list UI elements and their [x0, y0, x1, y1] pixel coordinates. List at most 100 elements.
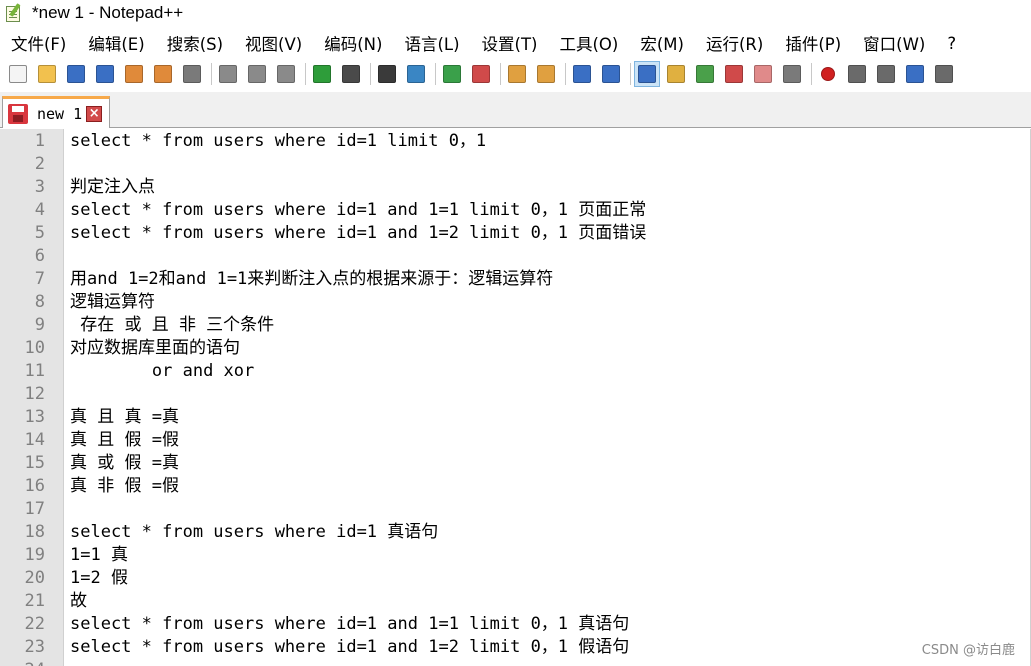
editor-line[interactable]: 11 or and xor — [0, 360, 1031, 383]
macro-record-button[interactable] — [815, 61, 841, 87]
editor-line[interactable]: 16 真 非 假 =假 — [0, 475, 1031, 498]
folder-workspace-button[interactable] — [750, 61, 776, 87]
editor-line[interactable]: 23 select * from users where id=1 and 1=2… — [0, 636, 1031, 659]
macro-run-multiple-button[interactable] — [902, 61, 928, 87]
save-icon — [67, 65, 85, 83]
tab-bar: new 1 × — [0, 92, 1031, 128]
editor-line[interactable]: 13 真 且 真 =真 — [0, 406, 1031, 429]
toolbar-separator — [811, 63, 812, 85]
menu-item-12[interactable]: ? — [936, 34, 967, 53]
editor-line[interactable]: 12 — [0, 383, 1031, 406]
line-number: 22 — [24, 613, 45, 634]
line-text: 1=2 假 — [70, 567, 128, 588]
sync-vertical-button[interactable] — [504, 61, 530, 87]
editor-line[interactable]: 4 select * from users where id=1 and 1=1 … — [0, 199, 1031, 222]
editor-line[interactable]: 24 — [0, 659, 1031, 666]
tab-close-icon[interactable]: × — [86, 105, 103, 122]
line-text: select * from users where id=1 and 1=1 l… — [70, 613, 630, 634]
tab-label: new 1 — [37, 104, 83, 123]
open-file-icon — [38, 65, 56, 83]
menu-item-2[interactable]: 搜索(S) — [156, 31, 234, 55]
paste-button[interactable] — [273, 61, 299, 87]
sync-horizontal-button[interactable] — [533, 61, 559, 87]
macro-play-button[interactable] — [873, 61, 899, 87]
new-file-button[interactable] — [5, 61, 31, 87]
document-map-button[interactable] — [692, 61, 718, 87]
macro-stop-icon — [848, 65, 866, 83]
zoom-out-button[interactable] — [468, 61, 494, 87]
editor-line[interactable]: 8 逻辑运算符 — [0, 291, 1031, 314]
close-button[interactable] — [121, 61, 147, 87]
close-all-button[interactable] — [150, 61, 176, 87]
macro-save-button[interactable] — [931, 61, 957, 87]
function-list-button[interactable] — [721, 61, 747, 87]
indent-guide-icon — [638, 65, 656, 83]
editor-line[interactable]: 22 select * from users where id=1 and 1=1… — [0, 613, 1031, 636]
monitoring-button[interactable] — [779, 61, 805, 87]
undo-button[interactable] — [309, 61, 335, 87]
print-button[interactable] — [179, 61, 205, 87]
toolbar-separator — [370, 63, 371, 85]
close-all-icon — [154, 65, 172, 83]
menu-item-8[interactable]: 宏(M) — [629, 31, 695, 55]
user-language-button[interactable] — [663, 61, 689, 87]
menu-item-6[interactable]: 设置(T) — [471, 31, 549, 55]
editor-line[interactable]: 5 select * from users where id=1 and 1=2 … — [0, 222, 1031, 245]
zoom-out-icon — [472, 65, 490, 83]
editor-line[interactable]: 21 故 — [0, 590, 1031, 613]
word-wrap-button[interactable] — [569, 61, 595, 87]
editor-line[interactable]: 18 select * from users where id=1 真语句 — [0, 521, 1031, 544]
editor-line[interactable]: 2 — [0, 153, 1031, 176]
editor-line[interactable]: 14 真 且 假 =假 — [0, 429, 1031, 452]
editor-line[interactable]: 15 真 或 假 =真 — [0, 452, 1031, 475]
editor-line[interactable]: 3 判定注入点 — [0, 176, 1031, 199]
menu-item-11[interactable]: 窗口(W) — [852, 31, 936, 55]
line-number: 18 — [24, 521, 45, 542]
editor-line[interactable]: 17 — [0, 498, 1031, 521]
save-button[interactable] — [63, 61, 89, 87]
editor-line[interactable]: 9 存在 或 且 非 三个条件 — [0, 314, 1031, 337]
menu-item-9[interactable]: 运行(R) — [695, 31, 774, 55]
cut-button[interactable] — [215, 61, 241, 87]
menu-item-7[interactable]: 工具(O) — [548, 31, 629, 55]
editor-line[interactable]: 19 1=1 真 — [0, 544, 1031, 567]
editor-line[interactable]: 20 1=2 假 — [0, 567, 1031, 590]
find-button[interactable] — [374, 61, 400, 87]
menu-item-4[interactable]: 编码(N) — [313, 31, 393, 55]
line-text: select * from users where id=1 and 1=2 l… — [70, 222, 647, 243]
line-text: 故 — [70, 590, 87, 611]
editor-line[interactable]: 1 select * from users where id=1 limit 0，… — [0, 130, 1031, 153]
menu-item-0[interactable]: 文件(F) — [0, 31, 77, 55]
line-number: 17 — [24, 498, 45, 519]
line-number: 15 — [24, 452, 45, 473]
menu-item-3[interactable]: 视图(V) — [234, 31, 313, 55]
open-file-button[interactable] — [34, 61, 60, 87]
line-text: 真 且 真 =真 — [70, 406, 179, 427]
indent-guide-button[interactable] — [634, 61, 660, 87]
zoom-in-button[interactable] — [439, 61, 465, 87]
show-all-chars-button[interactable] — [598, 61, 624, 87]
folder-workspace-icon — [754, 65, 772, 83]
save-all-button[interactable] — [92, 61, 118, 87]
copy-button[interactable] — [244, 61, 270, 87]
tab-new-1[interactable]: new 1 × — [2, 96, 110, 128]
editor-line[interactable]: 10 对应数据库里面的语句 — [0, 337, 1031, 360]
line-text: 对应数据库里面的语句 — [70, 337, 240, 358]
redo-button[interactable] — [338, 61, 364, 87]
line-text: 真 或 假 =真 — [70, 452, 179, 473]
editor-line[interactable]: 7 用and 1=2和and 1=1来判断注入点的根据来源于：逻辑运算符 — [0, 268, 1031, 291]
menu-item-10[interactable]: 插件(P) — [774, 31, 852, 55]
menu-item-5[interactable]: 语言(L) — [393, 31, 470, 55]
macro-stop-button[interactable] — [844, 61, 870, 87]
line-text: 用and 1=2和and 1=1来判断注入点的根据来源于：逻辑运算符 — [70, 268, 554, 289]
menu-item-1[interactable]: 编辑(E) — [77, 31, 155, 55]
replace-button[interactable] — [403, 61, 429, 87]
undo-icon — [313, 65, 331, 83]
editor-line[interactable]: 6 — [0, 245, 1031, 268]
line-text: select * from users where id=1 真语句 — [70, 521, 439, 542]
close-icon — [125, 65, 143, 83]
editor-area[interactable]: 1 select * from users where id=1 limit 0，… — [0, 129, 1031, 666]
line-number: 10 — [24, 337, 45, 358]
line-number: 20 — [24, 567, 45, 588]
line-text: select * from users where id=1 and 1=2 l… — [70, 636, 630, 657]
